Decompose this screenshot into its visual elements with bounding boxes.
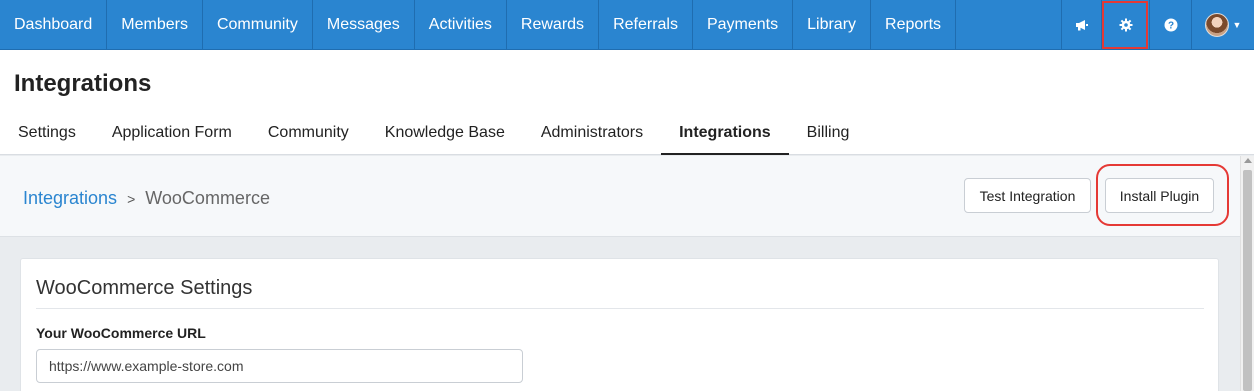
scrollbar[interactable] [1240, 156, 1254, 391]
gear-icon [1119, 18, 1132, 32]
avatar [1204, 13, 1229, 37]
breadcrumb: Integrations > WooCommerce [23, 188, 270, 209]
tab-community[interactable]: Community [250, 114, 367, 155]
nav-dashboard[interactable]: Dashboard [0, 0, 108, 50]
install-plugin-button[interactable]: Install Plugin [1105, 178, 1214, 213]
nav-activities[interactable]: Activities [415, 0, 507, 50]
tab-integrations[interactable]: Integrations [661, 114, 789, 155]
url-field-label: Your WooCommerce URL [36, 325, 206, 341]
breadcrumb-separator: > [127, 190, 136, 207]
breadcrumb-bar: Integrations > WooCommerce Test Integrat… [0, 156, 1240, 237]
scroll-up-arrow-icon[interactable] [1244, 158, 1252, 163]
card-title: WooCommerce Settings [36, 277, 253, 299]
top-navigation: Dashboard Members Community Messages Act… [0, 0, 1254, 50]
settings-button[interactable] [1101, 0, 1149, 50]
scroll-thumb[interactable] [1243, 170, 1252, 391]
nav-library[interactable]: Library [793, 0, 872, 50]
woocommerce-url-input[interactable] [36, 349, 523, 383]
breadcrumb-current: WooCommerce [145, 188, 270, 208]
top-nav-utilities: ? ▼ [1061, 0, 1254, 50]
tab-billing[interactable]: Billing [789, 114, 868, 155]
settings-tabs: Settings Application Form Community Know… [0, 114, 867, 155]
tab-settings[interactable]: Settings [0, 114, 94, 155]
tab-application-form[interactable]: Application Form [94, 114, 250, 155]
help-button[interactable]: ? [1149, 0, 1191, 50]
test-integration-button[interactable]: Test Integration [964, 178, 1091, 213]
announcements-button[interactable] [1061, 0, 1101, 50]
nav-members[interactable]: Members [107, 0, 203, 50]
page-header: Integrations Settings Application Form C… [0, 50, 1254, 155]
tab-administrators[interactable]: Administrators [523, 114, 661, 155]
nav-messages[interactable]: Messages [313, 0, 415, 50]
caret-down-icon: ▼ [1232, 20, 1242, 30]
nav-payments[interactable]: Payments [693, 0, 794, 50]
megaphone-icon [1075, 20, 1088, 31]
nav-referrals[interactable]: Referrals [599, 0, 693, 50]
nav-community[interactable]: Community [203, 0, 313, 50]
divider [36, 308, 1204, 309]
woocommerce-settings-card: WooCommerce Settings Your WooCommerce UR… [20, 258, 1219, 391]
nav-reports[interactable]: Reports [871, 0, 957, 50]
svg-text:?: ? [1167, 21, 1173, 32]
breadcrumb-integrations-link[interactable]: Integrations [23, 188, 117, 209]
nav-rewards[interactable]: Rewards [507, 0, 600, 50]
tab-knowledge-base[interactable]: Knowledge Base [367, 114, 523, 155]
page-title: Integrations [14, 70, 152, 97]
user-menu[interactable]: ▼ [1191, 0, 1254, 50]
question-icon: ? [1164, 18, 1177, 32]
